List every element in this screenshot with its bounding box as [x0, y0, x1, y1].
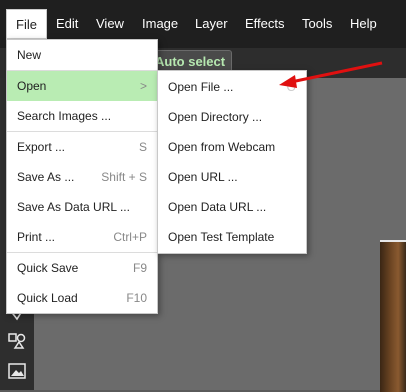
menu-item-open[interactable]: Open >	[7, 71, 157, 101]
shortcut-label: Shift + S	[101, 170, 147, 184]
menu-edit[interactable]: Edit	[47, 9, 87, 39]
menu-item-open-data-url[interactable]: Open Data URL ...	[158, 192, 306, 222]
shortcut-label: Ctrl+P	[113, 230, 147, 244]
menu-item-new[interactable]: New	[7, 40, 157, 70]
menu-item-save-as[interactable]: Save As ... Shift + S	[7, 162, 157, 192]
menu-item-open-directory[interactable]: Open Directory ...	[158, 102, 306, 132]
menu-help[interactable]: Help	[341, 9, 386, 39]
canvas-image	[380, 240, 406, 392]
menu-view[interactable]: View	[87, 9, 133, 39]
annotation-arrow-icon	[279, 61, 383, 88]
menu-item-export[interactable]: Export ... S	[7, 132, 157, 162]
menu-item-print[interactable]: Print ... Ctrl+P	[7, 222, 157, 252]
menu-file[interactable]: File	[6, 9, 47, 39]
menu-item-quick-save[interactable]: Quick Save F9	[7, 253, 157, 283]
menu-item-quick-load[interactable]: Quick Load F10	[7, 283, 157, 313]
chevron-right-icon: >	[139, 79, 147, 93]
shortcut-label: S	[138, 140, 147, 154]
open-submenu: Open File ...O Open Directory ... Open f…	[157, 70, 307, 254]
menu-tools[interactable]: Tools	[293, 9, 341, 39]
menu-item-search-images[interactable]: Search Images ...	[7, 101, 157, 131]
menu-item-open-test-template[interactable]: Open Test Template	[158, 222, 306, 252]
shortcut-label: F10	[126, 291, 147, 305]
menu-item-save-as-data-url[interactable]: Save As Data URL ...	[7, 192, 157, 222]
menu-item-open-from-webcam[interactable]: Open from Webcam	[158, 132, 306, 162]
menu-layer[interactable]: Layer	[186, 9, 237, 39]
file-menu: New Open > Search Images ... Export ... S …	[6, 39, 158, 314]
menu-effects[interactable]: Effects	[236, 9, 294, 39]
shapes-icon[interactable]	[3, 332, 31, 356]
shortcut-label: F9	[132, 261, 147, 275]
image-icon[interactable]	[3, 362, 31, 386]
menu-item-open-url[interactable]: Open URL ...	[158, 162, 306, 192]
menu-image[interactable]: Image	[133, 9, 187, 39]
